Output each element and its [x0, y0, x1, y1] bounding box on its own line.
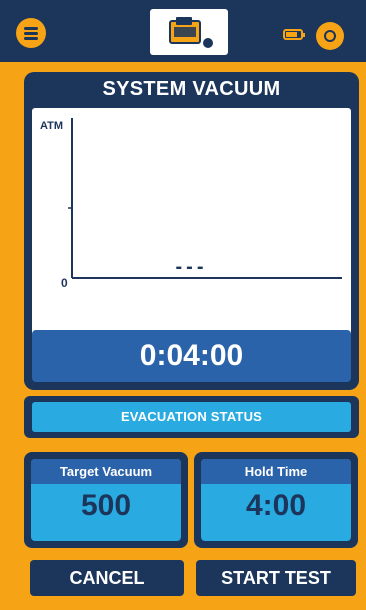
y-axis-top-label: ATM: [40, 120, 64, 132]
panel-title: SYSTEM VACUUM: [102, 78, 281, 100]
hold-time-setting[interactable]: Hold Time 4:00: [194, 452, 358, 548]
menu-icon[interactable]: [16, 18, 46, 48]
vacuum-chart: ATM 0 --- ᛒ microns: [32, 108, 351, 359]
cancel-button[interactable]: CANCEL: [30, 560, 184, 596]
elapsed-timer: 0:04:00: [32, 330, 351, 382]
logo-graphic: [169, 17, 213, 48]
power-icon[interactable]: [316, 22, 344, 50]
brand-logo-icon: [150, 9, 228, 55]
hold-time-box[interactable]: Hold Time 4:00: [201, 459, 351, 541]
target-vacuum-value[interactable]: 500: [31, 489, 181, 523]
vacuum-reading: ---: [175, 256, 208, 278]
top-bar: [0, 0, 366, 62]
system-vacuum-panel: SYSTEM VACUUM ATM 0 --- ᛒ microns 0:04:0…: [24, 72, 359, 390]
target-vacuum-label: Target Vacuum: [31, 459, 181, 484]
target-vacuum-setting[interactable]: Target Vacuum 500: [24, 452, 188, 548]
hold-time-label: Hold Time: [201, 459, 351, 484]
evacuation-status: EVACUATION STATUS: [32, 402, 351, 432]
battery-icon: [283, 29, 305, 40]
status-container: EVACUATION STATUS: [24, 396, 359, 438]
chart-axes: [68, 118, 342, 279]
hold-time-value[interactable]: 4:00: [201, 489, 351, 523]
start-test-button[interactable]: START TEST: [196, 560, 356, 596]
target-vacuum-box[interactable]: Target Vacuum 500: [31, 459, 181, 541]
